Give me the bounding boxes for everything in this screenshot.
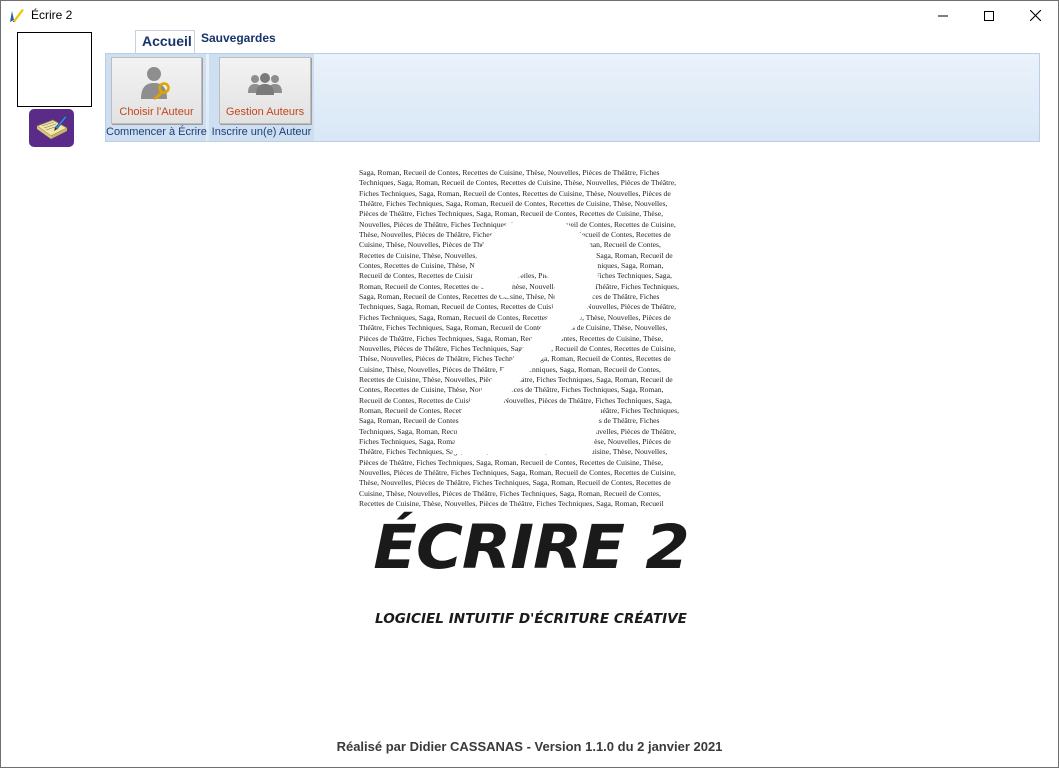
minimize-icon [938,15,948,16]
group-label-commencer: Commencer à Écrire [106,126,207,138]
ribbon-panel: Choisir l'Auteur Commencer à Écrire Gest… [105,53,1040,142]
logo-number-two [452,218,602,454]
logo-word-line: Thèse, Nouvelles, Pièces de Théâtre, Fic… [359,478,671,488]
logo-word-line: Cuisine, Thèse, Nouvelles, Pièces de Thé… [359,488,661,498]
footer-credits: Réalisé par Didier CASSANAS - Version 1.… [336,739,723,754]
logo-word-line: Recettes de Cuisine, Thèse, Nouvelles, P… [359,499,664,508]
author-photo-box[interactable] [17,32,92,107]
users-group-icon [247,66,283,100]
gestion-auteurs-button[interactable]: Gestion Auteurs [219,57,311,124]
choisir-auteur-button[interactable]: Choisir l'Auteur [111,57,202,124]
logo-word-line: Théâtre, Fiches Techniques, Saga, Roman,… [359,199,668,209]
choisir-auteur-label: Choisir l'Auteur [119,106,194,118]
app-logo: Saga, Roman, Recueil de Contes, Recettes… [356,166,706,636]
logo-word-line: Nouvelles, Pièces de Théâtre, Fiches Tec… [359,467,676,477]
ribbon-group-commencer: Choisir l'Auteur Commencer à Écrire [106,54,207,141]
gestion-auteurs-label: Gestion Auteurs [225,106,305,118]
window-title: Écrire 2 [31,8,73,22]
logo-word-line: Techniques, Saga, Roman, Recueil de Cont… [359,178,676,188]
app-window: Écrire 2 Accueil Sauvegardes Choisir l'A… [0,0,1059,768]
logo-word-line: Saga, Roman, Recueil de Contes, Recettes… [359,168,660,177]
tab-sauvegardes[interactable]: Sauvegardes [201,31,276,54]
tab-accueil[interactable]: Accueil [135,30,195,53]
ribbon-group-inscrire: Gestion Auteurs Inscrire un(e) Auteur [209,54,314,141]
minimize-button[interactable] [920,1,966,30]
group-label-inscrire: Inscrire un(e) Auteur [211,126,312,138]
maximize-button[interactable] [966,1,1012,30]
user-key-icon [139,66,175,100]
logo-subtitle: LOGICIEL INTUITIF D'ÉCRITURE CRÉATIVE [375,611,687,627]
logo-word-line: Fiches Techniques, Saga, Roman, Recueil … [359,188,671,198]
maximize-icon [984,10,994,21]
title-bar[interactable]: Écrire 2 [1,1,1058,31]
notebook-pen-icon[interactable] [29,109,74,147]
close-button[interactable] [1012,1,1058,30]
close-icon [1029,10,1041,21]
quill-pen-icon [9,7,25,23]
logo-title: ÉCRIRE 2 [373,512,690,583]
